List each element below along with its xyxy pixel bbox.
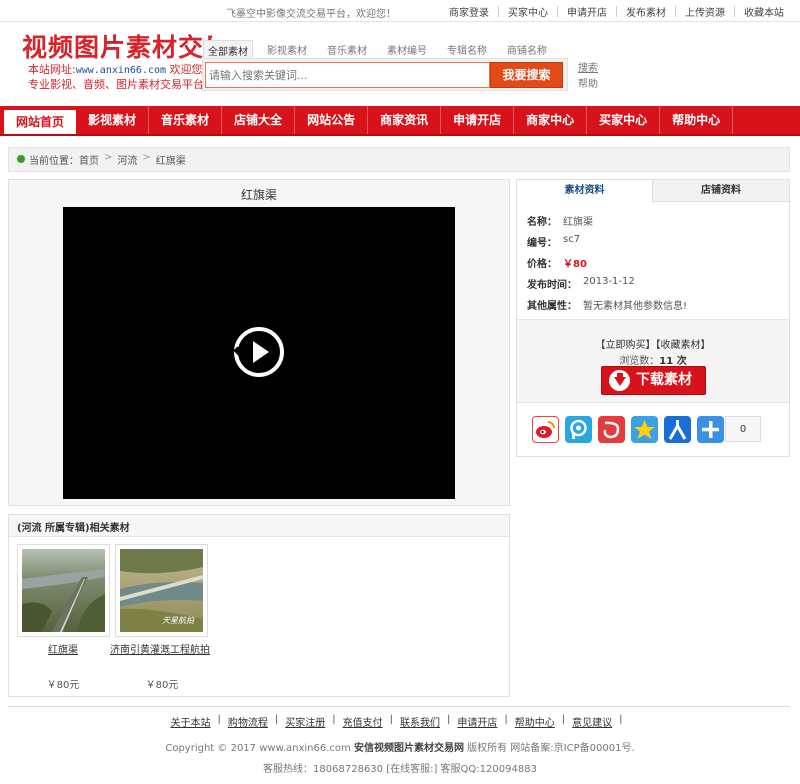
info-name-value: 红旗渠: [563, 217, 593, 228]
info-date-label: 发布时间：: [527, 280, 577, 291]
breadcrumb-category[interactable]: 河流: [117, 152, 137, 167]
nav-buyer-center[interactable]: 买家中心: [587, 106, 661, 134]
download-arrow-icon: [614, 377, 626, 386]
breadcrumb-home[interactable]: 首页: [79, 152, 99, 167]
site-url-suffix: 欢迎您: [166, 63, 203, 76]
search-tabs: 全部素材 影视素材 音乐素材 素材编号 专辑名称 商铺名称: [203, 40, 567, 58]
info-price-value: ￥80: [563, 259, 587, 270]
divider: [517, 402, 789, 403]
nav-shops[interactable]: 店铺大全: [222, 106, 296, 134]
footer-link-buyer-register[interactable]: 买家注册: [285, 714, 325, 729]
tab-material-info[interactable]: 素材资料: [517, 180, 653, 203]
info-other-value: 暂无素材其他参数信息!: [583, 301, 688, 312]
footer-link-about[interactable]: 关于本站: [171, 714, 211, 729]
tencent-weibo-icon[interactable]: [565, 416, 592, 443]
link-bookmark-site[interactable]: 收藏本站: [744, 4, 784, 19]
search-help-link[interactable]: 帮助: [578, 75, 598, 90]
share-count: 0: [725, 416, 761, 442]
search-input[interactable]: [205, 62, 490, 88]
footer-link-contact[interactable]: 联系我们: [400, 714, 440, 729]
related-thumb-image: 天星航拍: [120, 549, 203, 632]
related-item-name[interactable]: 济南引黄灌溉工程航拍: [110, 641, 210, 656]
tab-shop-info[interactable]: 店铺资料: [653, 180, 789, 202]
nav-notices[interactable]: 网站公告: [295, 106, 369, 134]
footer-link-recharge[interactable]: 充值支付: [343, 714, 383, 729]
copyright-pre: Copyright © 2017 www.anxin66.com: [165, 743, 354, 754]
copyright-post: 版权所有 网站备案:京ICP备00001号.: [463, 743, 635, 754]
link-publish-material[interactable]: 发布素材: [626, 4, 666, 19]
link-upload-resource[interactable]: 上传资源: [685, 4, 725, 19]
info-name-label: 名称：: [527, 217, 557, 228]
info-code-row: 编号： sc7: [527, 234, 580, 249]
top-links: 商家登录 买家中心 申请开店 发布素材 上传资源 收藏本站: [449, 4, 784, 19]
nav-music[interactable]: 音乐素材: [149, 106, 223, 134]
site-url-label: 本站网址:: [28, 63, 76, 76]
nav-apply-shop[interactable]: 申请开店: [441, 106, 515, 134]
footer-link-apply-shop[interactable]: 申请开店: [457, 714, 497, 729]
site-url[interactable]: www.anxin66.com: [76, 65, 166, 76]
related-item-name[interactable]: 红旗渠: [13, 641, 113, 656]
breadcrumb-current: 红旗渠: [155, 156, 186, 167]
related-item-price: ￥80元: [46, 680, 80, 691]
welcome-text: 飞墨空中影像交流交易平台，欢迎您！: [226, 9, 396, 20]
related-thumb[interactable]: [17, 544, 110, 637]
link-buyer-center[interactable]: 买家中心: [508, 4, 548, 19]
footer-link-feedback[interactable]: 意见建议: [572, 714, 612, 729]
search-tab-music[interactable]: 音乐素材: [327, 40, 367, 58]
location-icon: [17, 155, 25, 163]
nav-merchant-news[interactable]: 商家资讯: [368, 106, 442, 134]
view-count: 浏览数：11 次: [517, 352, 789, 367]
main-nav: 网站首页 影视素材 音乐素材 店铺大全 网站公告 商家资讯 申请开店 商家中心 …: [4, 106, 734, 134]
footer-link-shopping-flow[interactable]: 购物流程: [228, 714, 268, 729]
search-tab-album[interactable]: 专辑名称: [447, 40, 487, 58]
nav-video[interactable]: 影视素材: [76, 106, 150, 134]
nav-help[interactable]: 帮助中心: [660, 106, 734, 134]
site-subtitle: 专业影视、音频、图片素材交易平台: [28, 78, 203, 91]
buy-favorite-links[interactable]: 【立即购买】【收藏素材】: [517, 336, 789, 351]
info-name-row: 名称： 红旗渠: [527, 213, 593, 228]
breadcrumb-label: 当前位置：: [29, 156, 79, 167]
search-tab-shop[interactable]: 商铺名称: [507, 40, 547, 58]
info-code-label: 编号：: [527, 238, 557, 249]
related-item-price: ￥80元: [145, 680, 179, 691]
copyright-site-name: 安信视频图片素材交易网: [353, 743, 464, 754]
info-date-value: 2013-1-12: [583, 276, 635, 287]
search-tab-all[interactable]: 全部素材: [203, 40, 253, 58]
info-price-label: 价格：: [527, 259, 557, 270]
play-triangle-icon[interactable]: [253, 341, 269, 363]
weibo-icon[interactable]: [532, 416, 559, 443]
qzone-icon[interactable]: [631, 416, 658, 443]
site-logo[interactable]: 视频图片素材交易网: [22, 28, 212, 64]
copyright: Copyright © 2017 www.anxin66.com 安信视频图片素…: [0, 739, 800, 754]
related-thumb[interactable]: 天星航拍: [115, 544, 208, 637]
info-other-row: 其他属性： 暂无素材其他参数信息!: [527, 297, 687, 312]
footer-link-help[interactable]: 帮助中心: [515, 714, 555, 729]
search-button[interactable]: 我要搜索: [490, 62, 563, 88]
related-title: (河流 所属专辑)相关素材: [17, 523, 130, 534]
related-thumb-image: [22, 549, 105, 632]
nav-merchant-center[interactable]: 商家中心: [514, 106, 588, 134]
nav-home[interactable]: 网站首页: [4, 110, 77, 134]
breadcrumb-trail: 当前位置： 首页 > 河流 > 红旗渠: [29, 152, 186, 167]
service-hotline: 客服热线：18068728630 [在线客服:] 客服QQ:120094883: [263, 764, 537, 775]
link-apply-shop[interactable]: 申请开店: [567, 4, 607, 19]
thumb-watermark: 天星航拍: [162, 616, 195, 625]
info-date-row: 发布时间： 2013-1-12: [527, 276, 635, 291]
netease-icon[interactable]: [598, 416, 625, 443]
footer-divider: [8, 706, 790, 707]
search-tab-video[interactable]: 影视素材: [267, 40, 307, 58]
footer-links: 关于本站 | 购物流程 | 买家注册 | 充值支付 | 联系我们 | 申请开店 | 帮助中心…: [170, 714, 623, 729]
info-code-value: sc7: [563, 234, 581, 245]
search-tab-code[interactable]: 素材编号: [387, 40, 427, 58]
renren-icon[interactable]: [664, 416, 691, 443]
link-merchant-login[interactable]: 商家登录: [449, 4, 489, 19]
info-other-label: 其他属性：: [527, 301, 577, 312]
info-price-row: 价格： ￥80: [527, 255, 587, 270]
video-title: 红旗渠: [240, 188, 277, 202]
more-share-icon[interactable]: [697, 416, 724, 443]
site-url-line: 本站网址:www.anxin66.com 欢迎您: [28, 61, 203, 77]
advanced-search-link[interactable]: 搜索: [578, 59, 598, 74]
